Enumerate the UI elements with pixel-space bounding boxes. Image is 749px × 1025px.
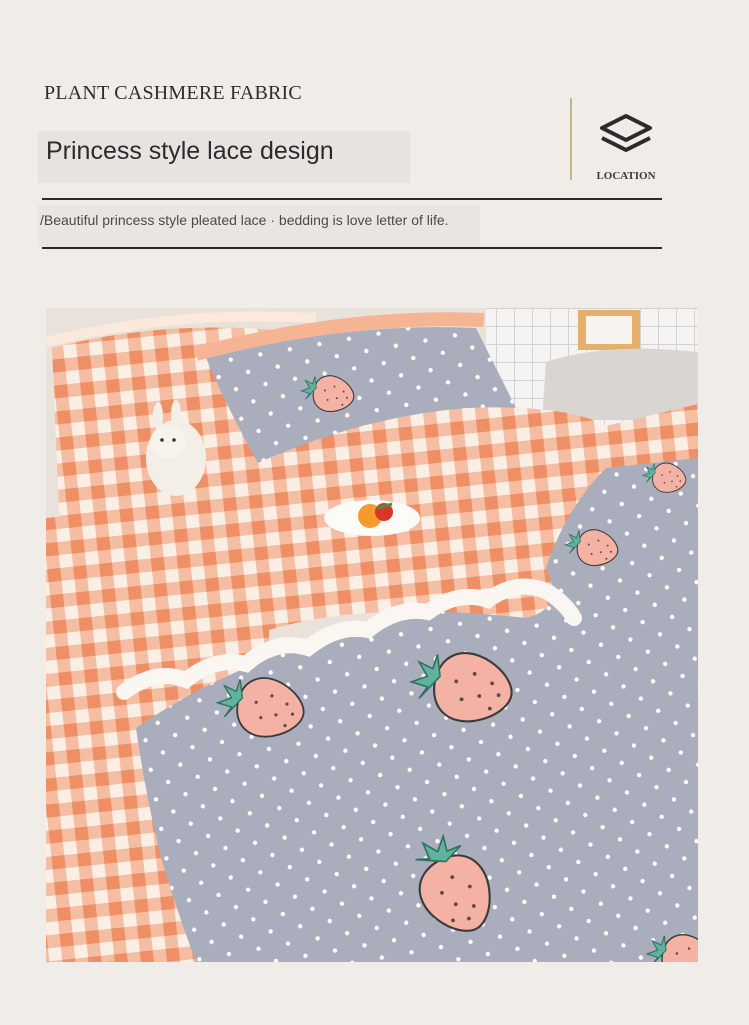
layers-icon — [600, 114, 652, 152]
bedding-illustration — [46, 308, 698, 962]
bottom-divider — [42, 247, 662, 249]
bedding-set-photo — [46, 308, 698, 962]
top-divider — [42, 198, 662, 200]
brand-title: PLANT CASHMERE FABRIC — [44, 82, 302, 104]
location-label: LOCATION — [596, 170, 656, 182]
page-title: Princess style lace design — [46, 137, 334, 165]
vertical-divider — [570, 98, 572, 180]
description-text: /Beautiful princess style pleated lace ·… — [40, 212, 449, 228]
